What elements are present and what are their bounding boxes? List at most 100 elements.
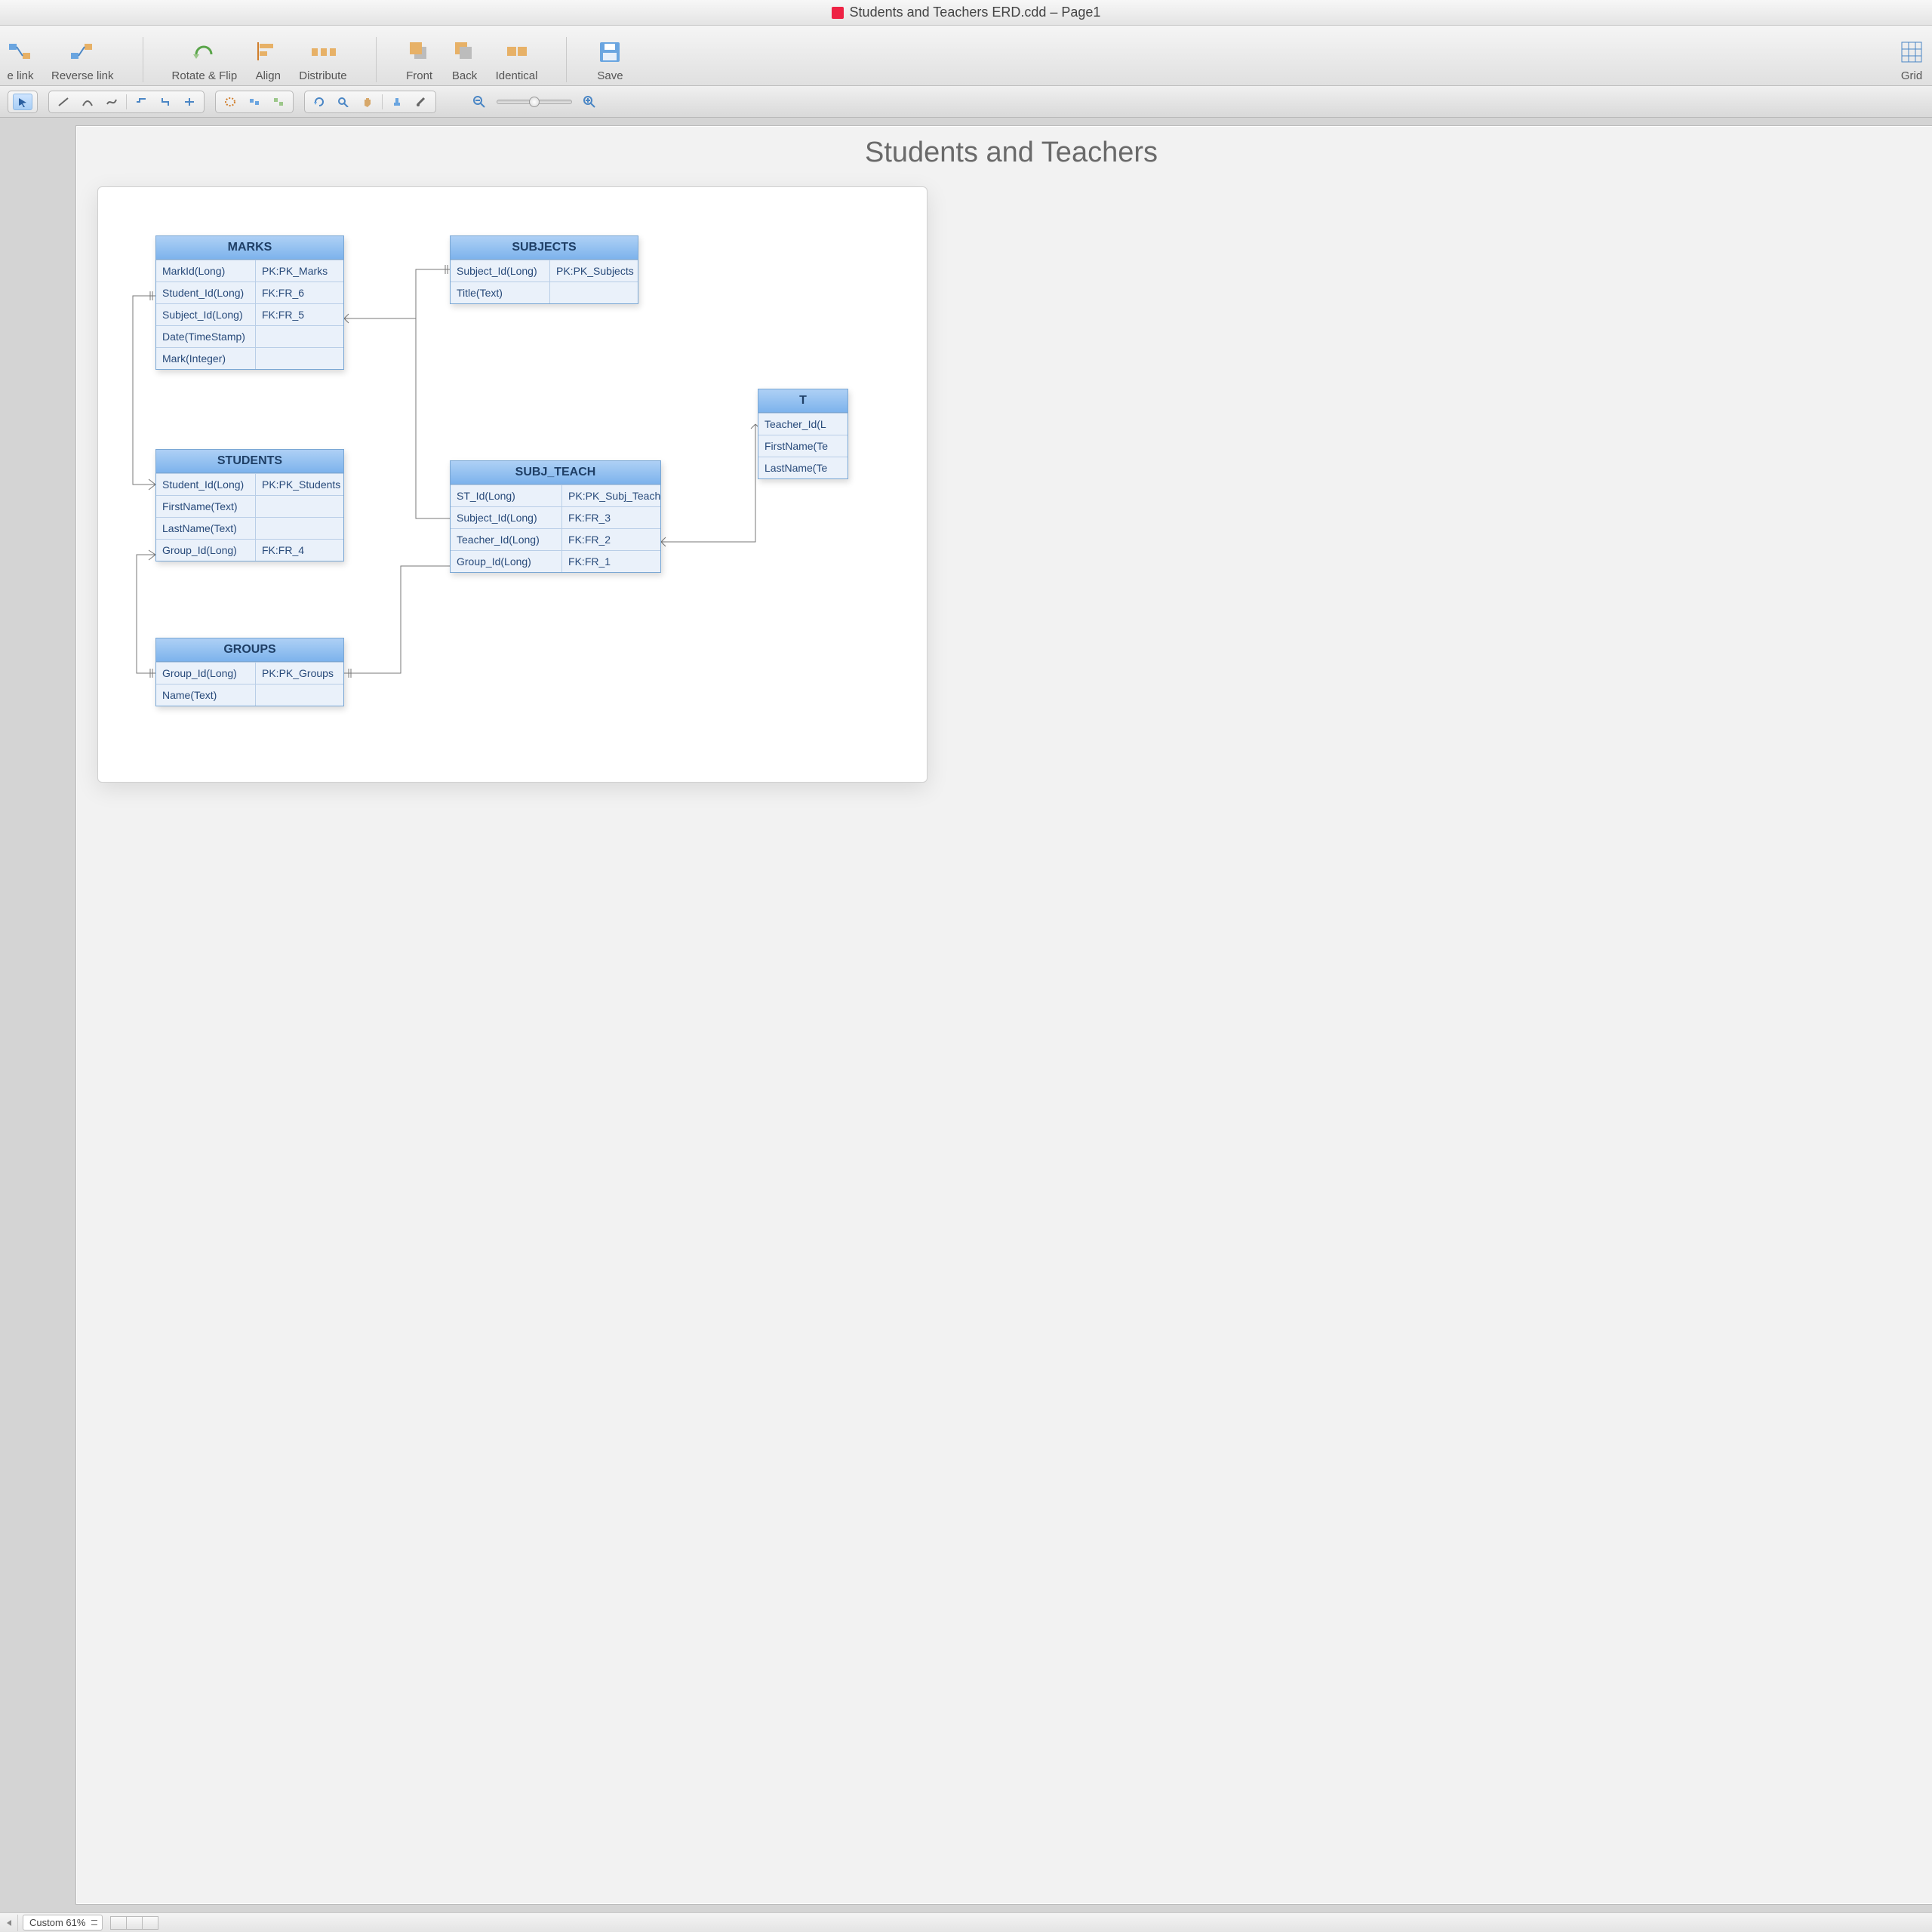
field-name: Group_Id(Long) bbox=[156, 540, 256, 561]
field-name: Name(Text) bbox=[156, 685, 256, 706]
canvas[interactable]: Students and Teachers bbox=[75, 125, 1932, 1905]
field-key: PK:PK_Students bbox=[256, 474, 343, 495]
branch-tool[interactable] bbox=[180, 94, 199, 110]
toolbar-label: Identical bbox=[496, 69, 538, 82]
save-button[interactable]: Save bbox=[595, 38, 624, 82]
curve-tool[interactable] bbox=[102, 94, 122, 110]
field-name: ST_Id(Long) bbox=[451, 485, 562, 506]
toolbar-label: Back bbox=[452, 69, 477, 82]
field-key bbox=[256, 518, 343, 539]
zoom-slider[interactable] bbox=[497, 100, 572, 104]
page-prev-button[interactable] bbox=[0, 1915, 18, 1931]
make-link-button[interactable]: e link bbox=[6, 38, 35, 82]
field-key: PK:PK_Subj_Teach bbox=[562, 485, 660, 506]
align-icon bbox=[254, 38, 282, 66]
field-name: Date(TimeStamp) bbox=[156, 326, 256, 347]
entity-title: SUBJ_TEACH bbox=[451, 461, 660, 485]
main-toolbar: e link Reverse link Rotate & Flip Align bbox=[0, 26, 1932, 86]
zoom-out-button[interactable] bbox=[469, 94, 489, 110]
zoom-value: Custom 61% bbox=[29, 1917, 85, 1928]
entity-title: MARKS bbox=[156, 236, 343, 260]
entity-groups[interactable]: GROUPS Group_Id(Long)PK:PK_Groups Name(T… bbox=[155, 638, 344, 706]
page-tab[interactable] bbox=[126, 1916, 143, 1930]
reverse-link-icon bbox=[68, 38, 97, 66]
link-icon bbox=[6, 38, 35, 66]
status-bar: Custom 61% bbox=[0, 1912, 1932, 1932]
lasso-tool[interactable] bbox=[220, 94, 240, 110]
toolbar-label: Rotate & Flip bbox=[172, 69, 238, 82]
entity-subjects[interactable]: SUBJECTS Subject_Id(Long)PK:PK_Subjects … bbox=[450, 235, 638, 304]
window-titlebar: Students and Teachers ERD.cdd – Page1 bbox=[0, 0, 1932, 26]
back-button[interactable]: Back bbox=[451, 38, 479, 82]
line-tool[interactable] bbox=[54, 94, 73, 110]
toolbar-label: Save bbox=[597, 69, 623, 82]
field-key: FK:FR_2 bbox=[562, 529, 660, 550]
vconnector-tool[interactable] bbox=[155, 94, 175, 110]
entity-students[interactable]: STUDENTS Student_Id(Long)PK:PK_Students … bbox=[155, 449, 344, 561]
pan-tool[interactable] bbox=[358, 94, 377, 110]
field-key bbox=[256, 496, 343, 517]
toolbar-label: Distribute bbox=[299, 69, 346, 82]
hconnector-tool[interactable] bbox=[131, 94, 151, 110]
field-key bbox=[256, 326, 343, 347]
entity-subj-teach[interactable]: SUBJ_TEACH ST_Id(Long)PK:PK_Subj_Teach S… bbox=[450, 460, 661, 573]
view-tool-group bbox=[304, 91, 436, 113]
refresh-tool[interactable] bbox=[309, 94, 329, 110]
zoom-slider-knob[interactable] bbox=[529, 97, 540, 107]
front-button[interactable]: Front bbox=[405, 38, 434, 82]
ungroup-tool[interactable] bbox=[269, 94, 288, 110]
field-key: FK:FR_6 bbox=[256, 282, 343, 303]
path-tool-group bbox=[215, 91, 294, 113]
workspace[interactable]: Students and Teachers bbox=[0, 118, 1932, 1912]
document-icon bbox=[832, 7, 844, 19]
page-tab[interactable] bbox=[142, 1916, 158, 1930]
zoom-controls bbox=[469, 94, 599, 110]
secondary-toolbar bbox=[0, 86, 1932, 118]
toolbar-separator bbox=[566, 37, 567, 82]
field-key bbox=[256, 348, 343, 369]
page-tabstrip bbox=[110, 1916, 158, 1930]
group-tool[interactable] bbox=[245, 94, 264, 110]
field-key bbox=[550, 282, 638, 303]
zoom-in-button[interactable] bbox=[580, 94, 599, 110]
entity-teachers[interactable]: T Teacher_Id(L FirstName(Te LastName(Te bbox=[758, 389, 848, 479]
field-name: Teacher_Id(Long) bbox=[451, 529, 562, 550]
bring-front-icon bbox=[405, 38, 434, 66]
floppy-icon bbox=[595, 38, 624, 66]
distribute-button[interactable]: Distribute bbox=[299, 38, 346, 82]
grid-button[interactable]: Grid bbox=[1897, 38, 1926, 82]
zoom-dropdown[interactable]: Custom 61% bbox=[23, 1915, 103, 1930]
field-name: FirstName(Te bbox=[758, 435, 848, 457]
field-name: LastName(Te bbox=[758, 457, 848, 478]
field-name: Subject_Id(Long) bbox=[451, 507, 562, 528]
field-key: FK:FR_1 bbox=[562, 551, 660, 572]
zoom-tool[interactable] bbox=[334, 94, 353, 110]
eyedropper-tool[interactable] bbox=[411, 94, 431, 110]
rotate-flip-button[interactable]: Rotate & Flip bbox=[172, 38, 238, 82]
field-name: Teacher_Id(L bbox=[758, 414, 848, 435]
stamp-tool[interactable] bbox=[387, 94, 407, 110]
entity-title: GROUPS bbox=[156, 638, 343, 662]
field-name: Subject_Id(Long) bbox=[156, 304, 256, 325]
window-title: Students and Teachers ERD.cdd – Page1 bbox=[850, 5, 1101, 20]
distribute-icon bbox=[309, 38, 337, 66]
arc-tool[interactable] bbox=[78, 94, 97, 110]
align-button[interactable]: Align bbox=[254, 38, 282, 82]
field-key: FK:FR_5 bbox=[256, 304, 343, 325]
entity-title: T bbox=[758, 389, 848, 413]
page-tab[interactable] bbox=[110, 1916, 127, 1930]
entity-title: STUDENTS bbox=[156, 450, 343, 473]
field-name: MarkId(Long) bbox=[156, 260, 256, 281]
field-key bbox=[256, 685, 343, 706]
identical-button[interactable]: Identical bbox=[496, 38, 538, 82]
field-key: PK:PK_Marks bbox=[256, 260, 343, 281]
toolbar-label: e link bbox=[7, 69, 33, 82]
toolbar-label: Front bbox=[406, 69, 432, 82]
entity-marks[interactable]: MARKS MarkId(Long)PK:PK_Marks Student_Id… bbox=[155, 235, 344, 370]
reverse-link-button[interactable]: Reverse link bbox=[51, 38, 114, 82]
field-name: Student_Id(Long) bbox=[156, 282, 256, 303]
grid-icon bbox=[1897, 38, 1926, 66]
field-name: Title(Text) bbox=[451, 282, 550, 303]
field-key: PK:PK_Groups bbox=[256, 663, 343, 684]
pointer-tool[interactable] bbox=[13, 94, 32, 110]
